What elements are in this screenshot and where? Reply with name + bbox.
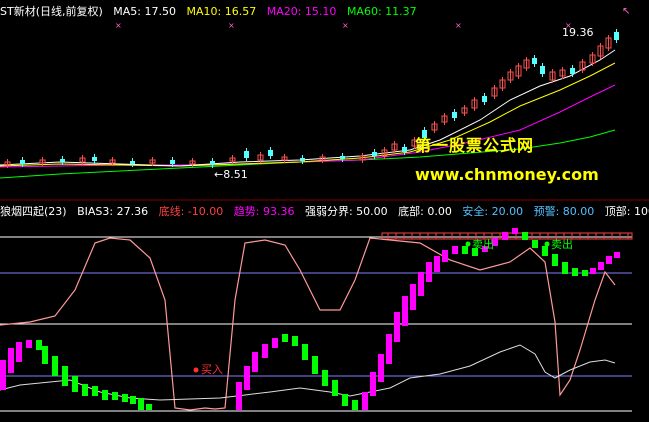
watermark-url: www.chnmoney.com: [415, 165, 599, 184]
trend-blocks: [0, 228, 620, 410]
svg-text:×: ×: [228, 21, 235, 30]
svg-text:×: ×: [115, 21, 122, 30]
svg-text:×: ×: [342, 21, 349, 30]
signal-markers: × × × × × ↖: [115, 6, 630, 30]
svg-text:↖: ↖: [622, 6, 630, 17]
indicator-panel-header: 狼烟四起(23) BIAS3: 27.36 底线: -10.00 趋势: 93.…: [0, 204, 649, 220]
strength-border-label: 强弱分界: 50.00: [304, 205, 388, 218]
indicator-guides: [0, 236, 632, 412]
price-low-label: ←8.51: [214, 168, 248, 181]
sell-signal-label-1: 卖出: [472, 238, 494, 251]
bias-label: BIAS3: 27.36: [77, 205, 149, 218]
bottom-line-label: 底线: -10.00: [158, 205, 224, 218]
trade-signals: [193, 241, 550, 373]
safe-label: 安全: 20.00: [462, 205, 524, 218]
sell-signal-label-2: 卖出: [551, 238, 573, 251]
svg-text:×: ×: [455, 21, 462, 30]
floor-label: 底部: 0.00: [398, 205, 452, 218]
price-low-value: 8.51: [223, 168, 248, 181]
watermark-title: 第一股票公式网: [415, 136, 535, 155]
top-label: 顶部: 100.00: [604, 205, 649, 218]
price-high-label: 19.36: [562, 26, 594, 39]
warn-label: 预警: 80.00: [533, 205, 595, 218]
trend-label: 趋势: 93.36: [233, 205, 295, 218]
indicator-name[interactable]: 狼烟四起(23): [0, 205, 67, 218]
buy-signal-label: 买入: [201, 363, 223, 376]
